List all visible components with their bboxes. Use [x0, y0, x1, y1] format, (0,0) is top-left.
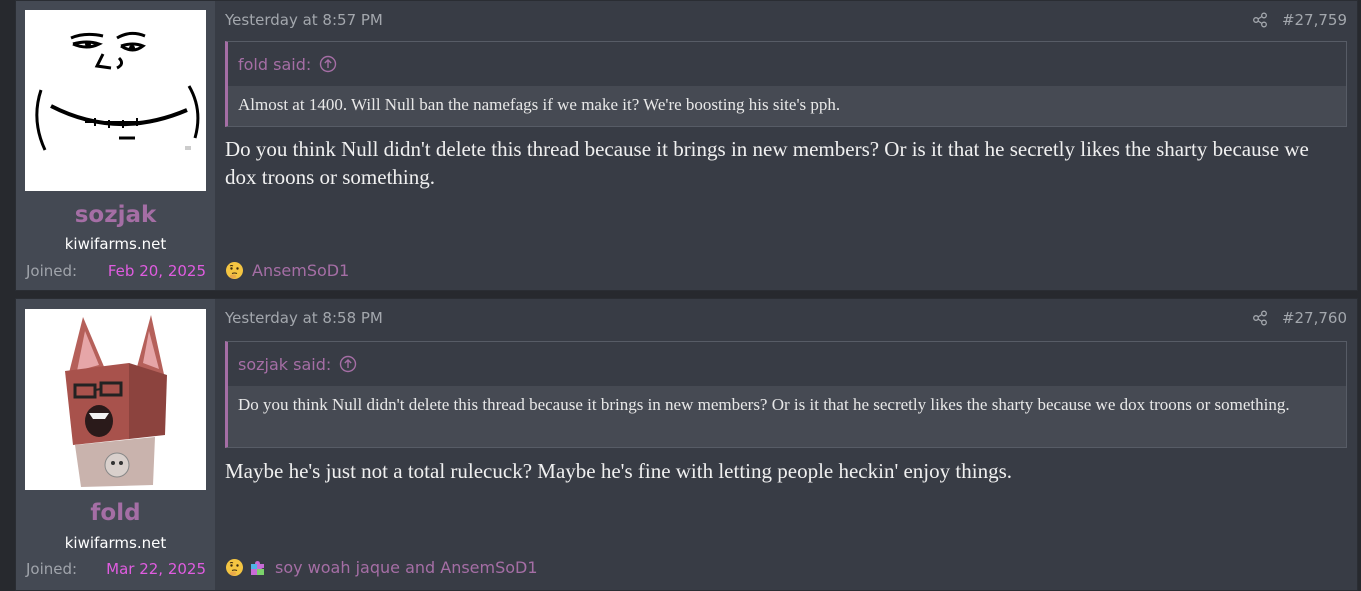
username[interactable]: fold: [16, 500, 215, 526]
soyjak-face-avatar-image: [25, 10, 206, 191]
quote-header: sozjak said:: [228, 342, 1346, 386]
reactions-text[interactable]: AnsemSoD1: [252, 261, 349, 280]
avatar[interactable]: [25, 10, 206, 191]
reactions-bar[interactable]: soy woah jaque and AnsemSoD1: [225, 558, 538, 577]
joined-info: Joined: Mar 22, 2025: [26, 560, 206, 578]
post-27760: fold kiwifarms.net Joined: Mar 22, 2025 …: [15, 298, 1358, 591]
post-message: Do you think Null didn't delete this thr…: [225, 137, 1309, 189]
post-content-cell: Yesterday at 8:58 PM #27,760 sozjak said…: [215, 299, 1357, 590]
quote-block: sozjak said: Do you think Null didn't de…: [225, 341, 1347, 448]
post-timestamp[interactable]: Yesterday at 8:58 PM: [225, 309, 383, 327]
reactions-bar[interactable]: AnsemSoD1: [225, 261, 349, 280]
joined-label: Joined:: [26, 560, 78, 578]
quote-text: Almost at 1400. Will Null ban the namefa…: [228, 86, 1346, 126]
arrow-up-circle-icon[interactable]: [319, 55, 337, 73]
thinking-face-icon: [225, 261, 244, 280]
post-content-cell: Yesterday at 8:57 PM #27,759 fold said: …: [215, 1, 1357, 290]
arrow-up-circle-icon[interactable]: [339, 355, 357, 373]
post-number-group: #27,760: [1252, 309, 1347, 327]
joined-date: Mar 22, 2025: [106, 560, 206, 578]
username[interactable]: sozjak: [16, 202, 215, 228]
user-title: kiwifarms.net: [64, 235, 167, 253]
quote-author-link[interactable]: sozjak said:: [238, 355, 331, 374]
quote-text: Do you think Null didn't delete this thr…: [228, 386, 1346, 447]
quote-block: fold said: Almost at 1400. Will Null ban…: [225, 41, 1347, 127]
reactions-text[interactable]: soy woah jaque and AnsemSoD1: [275, 558, 538, 577]
post-number-link[interactable]: #27,759: [1282, 11, 1347, 29]
post-number-link[interactable]: #27,760: [1282, 309, 1347, 327]
share-icon[interactable]: [1252, 12, 1268, 28]
joined-label: Joined:: [26, 262, 78, 280]
share-icon[interactable]: [1252, 310, 1268, 326]
thinking-face-icon: [225, 558, 244, 577]
quote-author-link[interactable]: fold said:: [238, 55, 311, 74]
user-info-cell: fold kiwifarms.net Joined: Mar 22, 2025: [16, 299, 215, 590]
post-27759: sozjak kiwifarms.net Joined: Feb 20, 202…: [15, 0, 1358, 291]
post-timestamp[interactable]: Yesterday at 8:57 PM: [225, 11, 383, 29]
papercraft-fox-avatar-image: [25, 309, 206, 490]
joined-info: Joined: Feb 20, 2025: [26, 262, 206, 280]
user-info-cell: sozjak kiwifarms.net Joined: Feb 20, 202…: [16, 1, 215, 290]
quote-header: fold said:: [228, 42, 1346, 86]
user-title: kiwifarms.net: [64, 534, 167, 552]
puzzle-piece-icon: [248, 558, 267, 577]
joined-date: Feb 20, 2025: [107, 262, 206, 280]
post-message: Maybe he's just not a total rulecuck? Ma…: [225, 459, 1012, 483]
avatar[interactable]: [25, 309, 206, 490]
post-number-group: #27,759: [1252, 11, 1347, 29]
